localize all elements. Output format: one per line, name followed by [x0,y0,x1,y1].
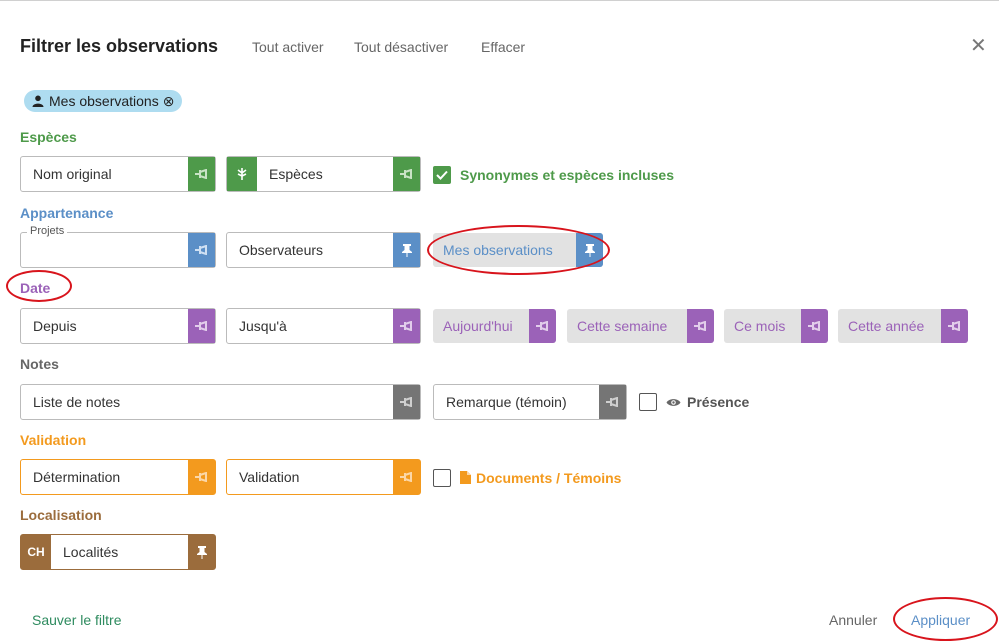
save-filter-button[interactable]: Sauver le filtre [32,612,121,628]
active-filter-label: Mes observations [49,93,159,109]
notes-list-field[interactable]: Liste de notes [20,384,421,420]
section-title-localisation: Localisation [20,507,102,523]
top-border [0,0,999,1]
pushpin-icon[interactable] [188,535,215,569]
determination-label: Détermination [33,469,121,485]
circle-x-icon[interactable]: ⊗ [163,93,175,110]
plant-icon [227,157,257,191]
date-to-field[interactable]: Jusqu'à [226,308,421,344]
observers-field[interactable]: Observateurs [226,232,421,268]
pin-icon[interactable] [599,385,626,419]
person-icon [32,95,44,107]
this-year-chip[interactable]: Cette année [838,309,968,343]
synonyms-checkbox[interactable] [433,166,451,184]
species-label: Espèces [269,166,323,182]
pin-icon[interactable] [393,157,420,191]
pin-icon[interactable] [188,233,215,267]
section-title-especes: Espèces [20,129,77,145]
this-month-label: Ce mois [734,318,786,334]
notes-list-label: Liste de notes [33,394,121,410]
this-month-chip[interactable]: Ce mois [724,309,828,343]
projects-field[interactable]: Projets [20,225,216,268]
disable-all-link[interactable]: Tout désactiver [354,39,448,55]
pin-icon[interactable] [393,309,420,343]
validation-label: Validation [239,469,300,485]
documents-label: Documents / Témoins [476,470,622,486]
country-prefix: CH [21,535,51,569]
this-week-label: Cette semaine [577,318,668,334]
pin-icon[interactable] [393,385,420,419]
pin-icon[interactable] [687,309,714,343]
pin-icon[interactable] [188,309,215,343]
presence-checkbox[interactable] [639,393,657,411]
this-year-label: Cette année [848,318,925,334]
determination-field[interactable]: Détermination [20,459,216,495]
this-week-chip[interactable]: Cette semaine [567,309,714,343]
clear-link[interactable]: Effacer [481,39,525,55]
pushpin-icon[interactable] [393,233,420,267]
validation-field[interactable]: Validation [226,459,421,495]
pin-icon[interactable] [801,309,828,343]
species-field[interactable]: Espèces [226,156,421,192]
today-label: Aujourd'hui [443,318,513,334]
section-title-validation: Validation [20,432,87,448]
original-name-label: Nom original [33,166,112,182]
date-to-label: Jusqu'à [239,318,287,334]
remark-field[interactable]: Remarque (témoin) [433,384,627,420]
pushpin-icon[interactable] [576,233,603,267]
document-icon [460,471,471,489]
synonyms-label: Synonymes et espèces incluses [460,167,674,183]
pin-icon[interactable] [941,309,968,343]
places-field[interactable]: CH Localités [20,534,216,570]
section-title-appartenance: Appartenance [20,205,114,221]
close-icon[interactable]: ✕ [970,33,987,58]
pin-icon[interactable] [188,460,215,494]
my-observations-chip[interactable]: Mes observations [433,233,603,267]
dialog-title: Filtrer les observations [20,36,219,56]
pin-icon[interactable] [529,309,556,343]
my-observations-label: Mes observations [443,242,553,258]
apply-button[interactable]: Appliquer [911,612,970,628]
checkmark-icon [436,170,448,180]
observers-label: Observateurs [239,242,324,258]
enable-all-link[interactable]: Tout activer [252,39,324,55]
eye-icon [666,395,681,413]
section-title-notes: Notes [20,356,59,372]
documents-checkbox[interactable] [433,469,451,487]
places-label: Localités [63,544,119,560]
today-chip[interactable]: Aujourd'hui [433,309,556,343]
pin-icon[interactable] [188,157,215,191]
cancel-button[interactable]: Annuler [829,612,877,628]
presence-label: Présence [687,394,750,410]
projects-legend: Projets [27,225,68,237]
original-name-field[interactable]: Nom original [20,156,216,192]
date-from-field[interactable]: Depuis [20,308,216,344]
date-from-label: Depuis [33,318,77,334]
pin-icon[interactable] [393,460,420,494]
section-title-date: Date [20,280,51,296]
active-filter-chip[interactable]: Mes observations ⊗ [24,90,183,112]
remark-label: Remarque (témoin) [446,394,567,410]
